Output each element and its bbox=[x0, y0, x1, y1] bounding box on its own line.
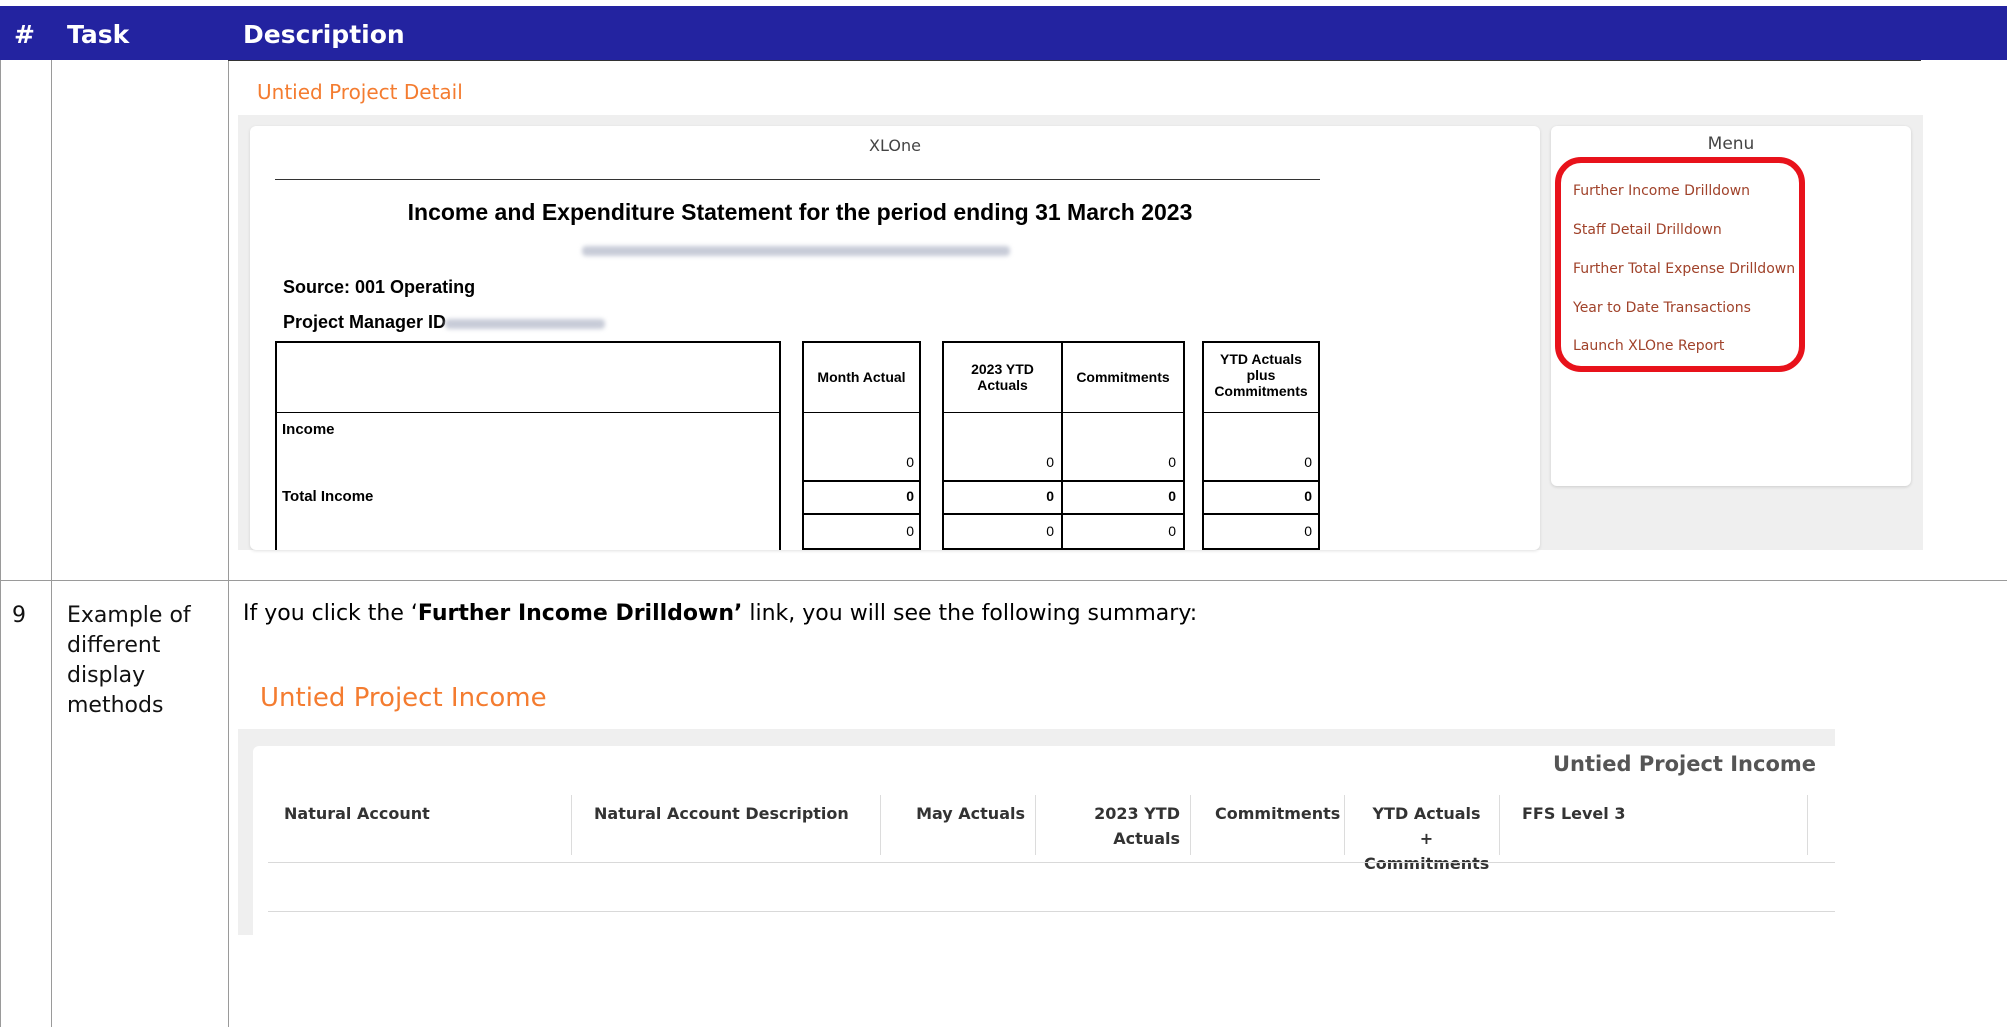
grid-line bbox=[51, 60, 52, 1027]
value-cell: 0 bbox=[1304, 523, 1312, 539]
box-gap bbox=[921, 412, 942, 550]
row-rule bbox=[802, 480, 1185, 482]
menu-title: Menu bbox=[1707, 134, 1755, 154]
header-task: Task bbox=[67, 20, 130, 49]
total-cell: 0 bbox=[1304, 488, 1312, 504]
income-panel-title: Untied Project Income bbox=[1553, 752, 1817, 776]
grid-line bbox=[228, 60, 229, 1027]
col-ffs-level-3[interactable]: FFS Level 3 bbox=[1522, 801, 1625, 826]
header-rule bbox=[268, 862, 1835, 863]
row-label-total-income: Total Income bbox=[282, 488, 374, 505]
column-separator bbox=[1807, 795, 1808, 855]
total-cell: 0 bbox=[1046, 488, 1054, 504]
xlone-label: XLOne bbox=[869, 136, 921, 155]
header-rule bbox=[1202, 412, 1320, 413]
col-natural-account[interactable]: Natural Account bbox=[284, 801, 430, 826]
header-rule bbox=[802, 412, 1185, 413]
row-label-income: Income bbox=[282, 421, 335, 438]
row-rule bbox=[268, 911, 1835, 912]
redacted-manager-name bbox=[445, 319, 605, 329]
total-cell: 0 bbox=[906, 488, 914, 504]
col-ytd-actuals-commitments[interactable]: YTD Actuals + Commitments bbox=[1364, 801, 1489, 876]
project-manager-label: Project Manager ID bbox=[283, 312, 447, 332]
col-may-actuals[interactable]: May Actuals bbox=[885, 801, 1025, 826]
column-separator bbox=[1190, 795, 1191, 855]
col-ytd-plus-commitments: YTD Actuals plus Commitments bbox=[1214, 351, 1308, 399]
intro-suffix: link, you will see the following summary… bbox=[742, 601, 1198, 626]
menu-launch-xlone-report[interactable]: Launch XLOne Report bbox=[1573, 338, 1724, 354]
task-line: Example of bbox=[67, 603, 191, 628]
menu-further-total-expense-drilldown[interactable]: Further Total Expense Drilldown bbox=[1573, 261, 1795, 277]
report-rule bbox=[275, 179, 1320, 180]
value-cell: 0 bbox=[906, 454, 914, 470]
value-cell: 0 bbox=[1168, 523, 1176, 539]
col-month-actual: Month Actual bbox=[817, 369, 906, 385]
column-separator bbox=[1499, 795, 1500, 855]
col-commitments: Commitments bbox=[1076, 369, 1170, 385]
task-cell: Example of different display methods bbox=[67, 601, 191, 721]
col-commitments[interactable]: Commitments bbox=[1215, 801, 1340, 826]
row-rule bbox=[802, 513, 1185, 515]
menu-further-income-drilldown[interactable]: Further Income Drilldown bbox=[1573, 183, 1750, 199]
intro-prefix: If you click the ‘ bbox=[243, 601, 418, 626]
label-column-rule bbox=[275, 412, 781, 413]
table-header: # Task Description bbox=[0, 6, 2007, 60]
row-rule bbox=[1202, 480, 1320, 482]
header-description: Description bbox=[243, 20, 405, 49]
col-2023-ytd-actuals[interactable]: 2023 YTD Actuals bbox=[1040, 801, 1180, 851]
task-line: methods bbox=[67, 693, 164, 718]
intro-link-name: Further Income Drilldown’ bbox=[417, 601, 743, 626]
value-cell: 0 bbox=[906, 523, 914, 539]
task-line: different bbox=[67, 633, 161, 658]
column-separator bbox=[1035, 795, 1036, 855]
source-label: Source: 001 Operating bbox=[283, 277, 476, 297]
column-separator bbox=[1344, 795, 1345, 855]
box-gap bbox=[1185, 412, 1202, 550]
label-column-box bbox=[275, 341, 781, 550]
total-cell: 0 bbox=[1168, 488, 1176, 504]
task-line: display bbox=[67, 663, 146, 688]
statement-title: Income and Expenditure Statement for the… bbox=[407, 199, 1193, 225]
untied-project-detail-title: Untied Project Detail bbox=[257, 80, 463, 104]
row-number: 9 bbox=[12, 603, 26, 628]
header-underline bbox=[228, 60, 1921, 61]
col-2023-ytd-actuals: 2023 YTD Actuals bbox=[971, 361, 1034, 393]
redacted-cost-centre bbox=[582, 246, 1010, 256]
grid-line bbox=[0, 60, 1, 1027]
header-number: # bbox=[14, 20, 35, 49]
value-cell: 0 bbox=[1304, 454, 1312, 470]
value-cell: 0 bbox=[1046, 454, 1054, 470]
value-cell: 0 bbox=[1046, 523, 1054, 539]
column-separator bbox=[571, 795, 572, 855]
column-separator bbox=[880, 795, 881, 855]
description-text: If you click the ‘Further Income Drilldo… bbox=[243, 601, 1197, 626]
menu-year-to-date-transactions[interactable]: Year to Date Transactions bbox=[1573, 300, 1751, 316]
row-divider bbox=[0, 580, 2007, 581]
menu-staff-detail-drilldown[interactable]: Staff Detail Drilldown bbox=[1573, 222, 1722, 238]
col-natural-account-description[interactable]: Natural Account Description bbox=[594, 801, 849, 826]
row-rule bbox=[1202, 513, 1320, 515]
untied-project-income-title: Untied Project Income bbox=[260, 683, 547, 713]
value-cell: 0 bbox=[1168, 454, 1176, 470]
